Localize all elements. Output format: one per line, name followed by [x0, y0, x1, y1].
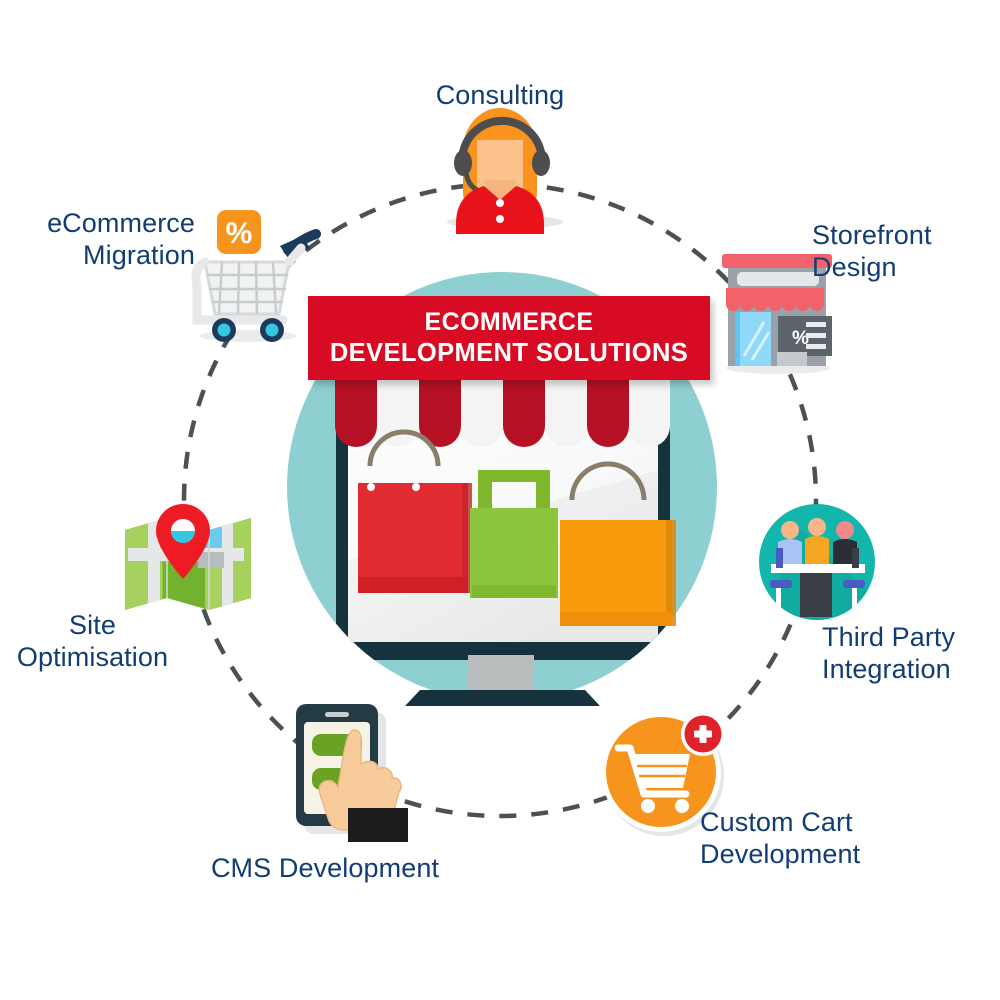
node-label-third-party-integration: Third Party Integration [822, 622, 956, 684]
node-label-cms-development: CMS Development [210, 853, 440, 883]
node-label-site-optimisation: Site Optimisation [16, 610, 169, 672]
banner-line-1: ECOMMERCE [424, 308, 594, 337]
infographic-canvas: ECOMMERCE DEVELOPMENT SOLUTIONS % % Cons… [0, 0, 1000, 1000]
center-banner: ECOMMERCE DEVELOPMENT SOLUTIONS [308, 296, 710, 380]
node-label-custom-cart-development: Custom Cart Development [700, 807, 861, 869]
node-label-consulting: Consulting [435, 80, 565, 110]
node-label-storefront-design: Storefront Design [812, 220, 932, 282]
banner-line-2: DEVELOPMENT SOLUTIONS [329, 338, 689, 367]
node-label-ecommerce-migration: eCommerce Migration [47, 208, 195, 270]
